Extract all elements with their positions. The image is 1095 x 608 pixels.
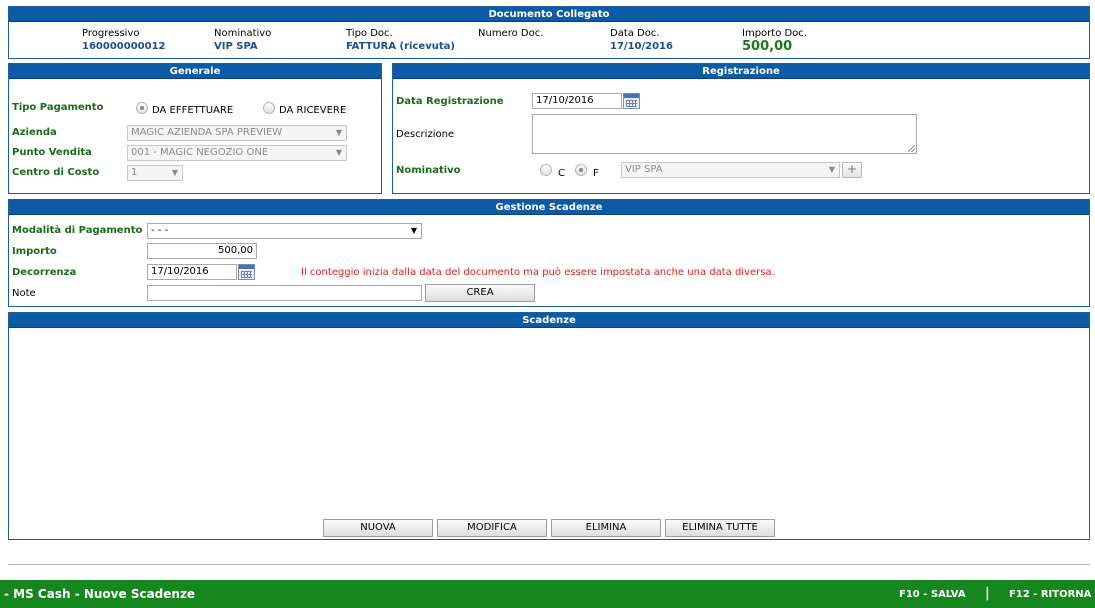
app-title: - MS Cash - Nuove Scadenze: [4, 587, 196, 601]
calendar-icon[interactable]: [238, 264, 255, 280]
progressivo-label: Progressivo: [82, 28, 140, 39]
descrizione-textarea[interactable]: [532, 114, 917, 154]
nuova-button[interactable]: NUOVA: [323, 519, 433, 537]
punto-vendita-select-value: 001 - MAGIC NEGOZIO ONE: [131, 147, 269, 158]
status-footer: - MS Cash - Nuove Scadenze F10 - SALVA |…: [0, 580, 1095, 608]
importo-doc-value: 500,00: [742, 39, 793, 54]
centro-costo-select[interactable]: 1 ▼: [127, 165, 183, 181]
resize-grip-icon[interactable]: [908, 145, 915, 152]
radio-f-label: F: [593, 168, 599, 179]
radio-c-label: C: [558, 168, 565, 179]
scadenze-panel: Scadenze NUOVA MODIFICA ELIMINA ELIMINA …: [8, 312, 1090, 540]
modalita-pagamento-value: - - -: [151, 225, 169, 236]
elimina-tutte-button[interactable]: ELIMINA TUTTE: [665, 519, 775, 537]
data-registrazione-value: 17/10/2016: [536, 95, 594, 106]
data-doc-value: 17/10/2016: [610, 41, 673, 52]
registrazione-header: Registrazione: [393, 64, 1089, 79]
registrazione-panel: Registrazione Data Registrazione 17/10/2…: [392, 63, 1090, 194]
generale-header: Generale: [9, 64, 381, 79]
modalita-pagamento-select[interactable]: - - - ▼: [147, 223, 422, 239]
salva-shortcut[interactable]: F10 - SALVA: [899, 589, 966, 600]
azienda-select[interactable]: MAGIC AZIENDA SPA PREVIEW ▼: [127, 125, 347, 141]
radio-da-ricevere[interactable]: [263, 102, 275, 114]
chevron-down-icon: ▼: [335, 128, 342, 137]
da-effettuare-label: DA EFFETTUARE: [152, 105, 234, 116]
importo-value: 500,00: [218, 245, 253, 256]
scadenze-list: [9, 329, 1089, 517]
decorrenza-note: Il conteggio inizia dalla data del docum…: [301, 267, 775, 278]
scadenze-header: Scadenze: [9, 313, 1089, 328]
chevron-down-icon: ▼: [410, 226, 417, 235]
gestione-scadenze-header: Gestione Scadenze: [9, 200, 1089, 215]
chevron-down-icon: ▼: [335, 148, 342, 157]
footer-separator: |: [985, 586, 990, 601]
modifica-button[interactable]: MODIFICA: [437, 519, 547, 537]
centro-costo-label: Centro di Costo: [12, 167, 100, 178]
data-registrazione-label: Data Registrazione: [396, 96, 504, 107]
data-doc-label: Data Doc.: [610, 28, 660, 39]
numero-doc-label: Numero Doc.: [478, 28, 544, 39]
nominativo-doc-value: VIP SPA: [214, 41, 258, 52]
gestione-scadenze-panel: Gestione Scadenze Modalità di Pagamento …: [8, 199, 1090, 307]
divider: [8, 564, 1090, 565]
tipo-pagamento-label: Tipo Pagamento: [12, 102, 104, 113]
tipo-doc-label: Tipo Doc.: [346, 28, 393, 39]
da-ricevere-label: DA RICEVERE: [279, 105, 347, 116]
nominativo-label: Nominativo: [396, 165, 461, 176]
chevron-down-icon: ▼: [828, 165, 835, 174]
add-nominativo-button[interactable]: +: [842, 162, 862, 178]
decorrenza-label: Decorrenza: [12, 267, 77, 278]
modalita-pagamento-label: Modalità di Pagamento: [12, 225, 143, 236]
progressivo-value: 160000000012: [82, 41, 166, 52]
generale-panel: Generale Tipo Pagamento DA EFFETTUARE DA…: [8, 63, 382, 194]
note-label: Note: [12, 288, 36, 299]
importo-doc-label: Importo Doc.: [742, 28, 807, 39]
decorrenza-value: 17/10/2016: [151, 266, 209, 277]
radio-c[interactable]: [540, 164, 552, 176]
note-input[interactable]: [147, 285, 422, 301]
nominativo-select[interactable]: VIP SPA ▼: [621, 162, 840, 178]
centro-costo-select-value: 1: [131, 167, 138, 178]
tipo-doc-value: FATTURA (ricevuta): [346, 41, 455, 52]
nominativo-select-value: VIP SPA: [625, 164, 663, 175]
chevron-down-icon: ▼: [171, 168, 178, 177]
nominativo-doc-label: Nominativo: [214, 28, 272, 39]
elimina-button[interactable]: ELIMINA: [551, 519, 661, 537]
documento-collegato-header: Documento Collegato: [9, 7, 1089, 22]
punto-vendita-label: Punto Vendita: [12, 147, 92, 158]
descrizione-label: Descrizione: [396, 129, 455, 140]
radio-da-effettuare[interactable]: [136, 102, 148, 114]
crea-button[interactable]: CREA: [425, 284, 535, 302]
calendar-icon[interactable]: [623, 93, 640, 109]
punto-vendita-select[interactable]: 001 - MAGIC NEGOZIO ONE ▼: [127, 145, 347, 161]
radio-f[interactable]: [575, 164, 587, 176]
ritorna-shortcut[interactable]: F12 - RITORNA: [1009, 589, 1091, 600]
azienda-select-value: MAGIC AZIENDA SPA PREVIEW: [131, 127, 283, 138]
documento-collegato-panel: Documento Collegato Progressivo 16000000…: [8, 6, 1090, 59]
decorrenza-input[interactable]: 17/10/2016: [147, 264, 237, 280]
azienda-label: Azienda: [12, 127, 57, 138]
importo-label: Importo: [12, 246, 57, 257]
importo-input[interactable]: 500,00: [147, 243, 257, 259]
data-registrazione-input[interactable]: 17/10/2016: [532, 93, 622, 109]
